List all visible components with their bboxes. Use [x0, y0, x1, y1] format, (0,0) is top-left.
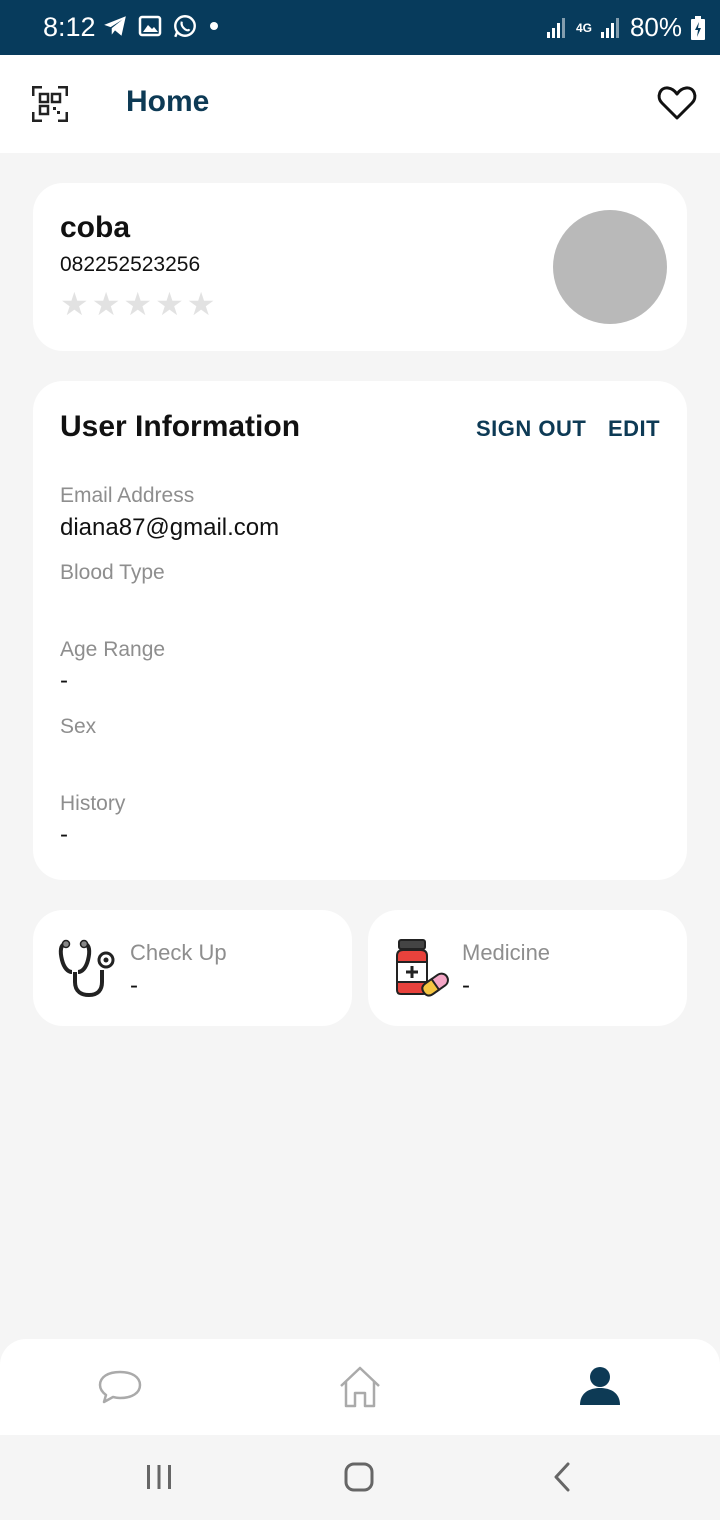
profile-card: coba 082252523256 ★ ★ ★ ★ ★	[33, 183, 687, 351]
chat-icon[interactable]	[98, 1369, 142, 1405]
back-icon[interactable]	[550, 1461, 574, 1493]
system-home-icon[interactable]	[343, 1461, 375, 1493]
profile-phone: 082252523256	[60, 253, 201, 276]
bottom-nav	[0, 1339, 720, 1435]
status-time: 8:12	[43, 12, 96, 42]
telegram-icon	[104, 16, 126, 36]
email-label: Email Address	[60, 484, 195, 507]
signal-icon-2	[600, 17, 619, 38]
star-icon: ★	[60, 286, 89, 322]
email-value: diana87@gmail.com	[60, 514, 280, 541]
star-icon: ★	[91, 286, 121, 322]
app-bar: Home	[0, 55, 720, 153]
medicine-label: Medicine	[462, 940, 551, 965]
battery-charging-icon	[691, 15, 705, 40]
notification-icons	[102, 13, 220, 39]
battery-percent: 80%	[629, 12, 682, 42]
stethoscope-icon	[58, 939, 115, 998]
recent-apps-icon[interactable]	[145, 1463, 173, 1491]
user-info-card: User Information SIGN OUT EDIT Email Add…	[33, 381, 687, 880]
medicine-value: -	[462, 972, 470, 999]
whatsapp-icon	[174, 15, 196, 38]
history-label: History	[60, 792, 126, 815]
star-icon: ★	[155, 286, 184, 322]
checkup-value: -	[130, 972, 138, 999]
age-range-label: Age Range	[60, 638, 166, 661]
checkup-card[interactable]: Check Up -	[33, 910, 352, 1026]
star-icon: ★	[123, 286, 153, 322]
network-type: 4G	[575, 20, 592, 35]
profile-icon[interactable]	[578, 1365, 622, 1407]
medicine-card[interactable]: Medicine -	[368, 910, 687, 1026]
star-icon: ★	[186, 286, 216, 322]
heart-icon[interactable]	[657, 85, 697, 121]
medicine-bottle-icon	[396, 939, 449, 997]
system-nav-bar	[0, 1435, 720, 1520]
gallery-icon	[138, 15, 162, 37]
history-value: -	[60, 821, 68, 848]
status-bar: 8:12 4G 80%	[0, 0, 720, 55]
sign-out-button[interactable]: SIGN OUT	[476, 416, 586, 442]
signal-icon	[546, 17, 565, 38]
edit-button[interactable]: EDIT	[608, 416, 660, 442]
home-icon[interactable]	[338, 1365, 382, 1409]
avatar[interactable]	[553, 210, 667, 324]
blood-type-label: Blood Type	[60, 561, 165, 584]
profile-name: coba	[60, 211, 131, 244]
sex-label: Sex	[60, 715, 97, 738]
dot-icon	[210, 22, 218, 30]
qr-scan-icon[interactable]	[32, 86, 68, 122]
checkup-label: Check Up	[130, 940, 227, 965]
age-range-value: -	[60, 667, 68, 694]
status-right: 4G 80%	[546, 12, 706, 43]
page-title: Home	[126, 85, 210, 118]
rating-stars: ★ ★ ★ ★ ★	[60, 288, 215, 320]
user-info-title: User Information	[60, 410, 301, 443]
